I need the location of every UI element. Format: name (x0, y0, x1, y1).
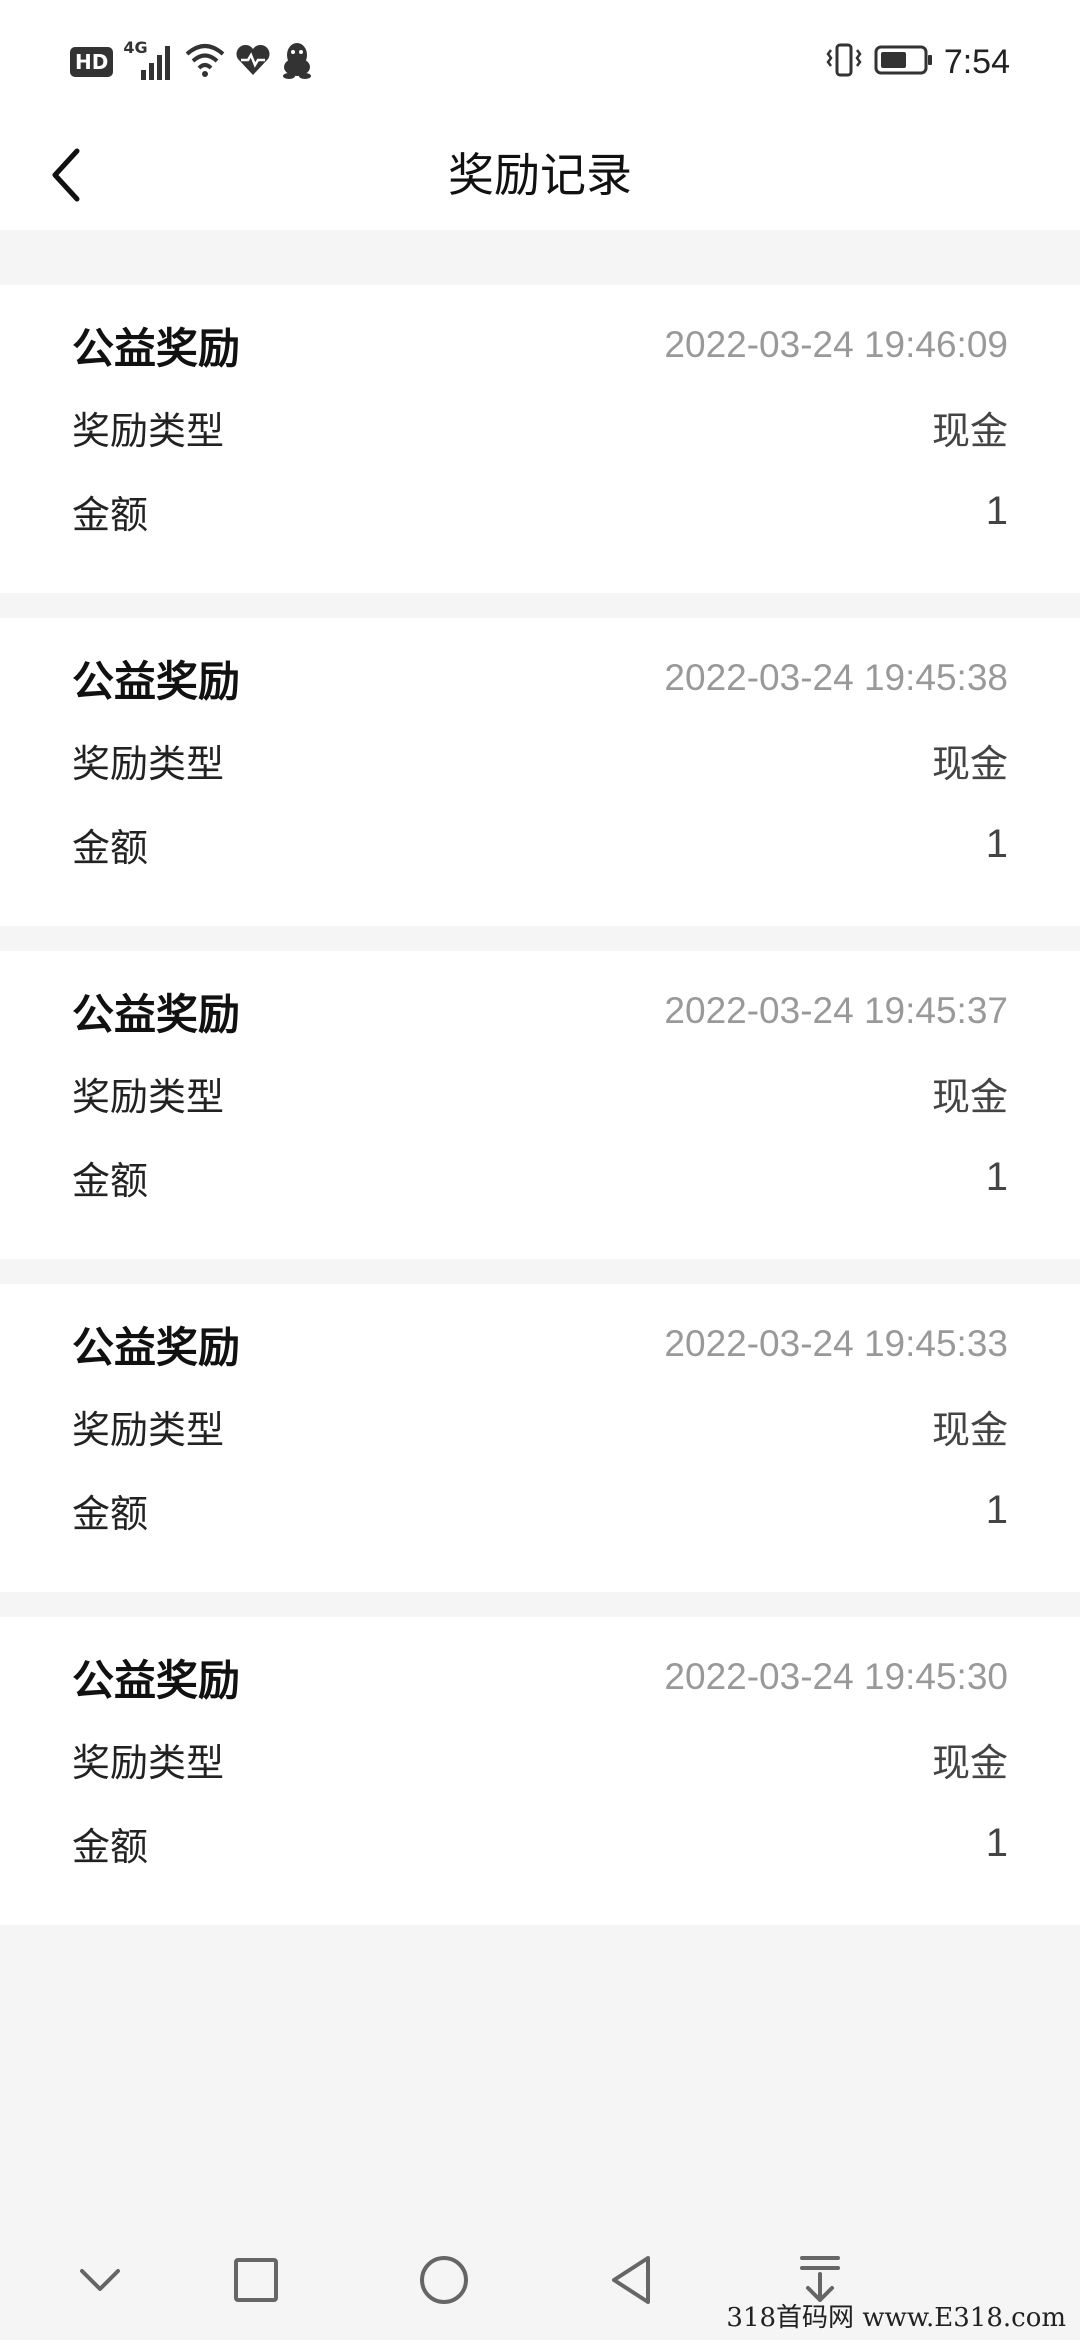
qq-penguin-icon (281, 41, 313, 83)
signal-icon: 4G (123, 38, 175, 84)
record-card[interactable]: 公益奖励 2022-03-24 19:45:37 奖励类型 现金 金额 1 (0, 951, 1080, 1259)
record-title: 公益奖励 (72, 656, 241, 706)
record-header-row: 公益奖励 2022-03-24 19:45:33 (72, 1314, 1008, 1374)
reward-type-row: 奖励类型 现金 (72, 397, 1008, 457)
wifi-icon (185, 42, 225, 82)
nav-recents-button[interactable] (216, 2240, 296, 2320)
amount-label: 金额 (72, 1491, 149, 1536)
status-icons-left: HD 4G (70, 38, 313, 84)
record-header-row: 公益奖励 2022-03-24 19:45:38 (72, 648, 1008, 708)
status-bar: HD 4G 7:54 (0, 0, 1080, 120)
record-header-row: 公益奖励 2022-03-24 19:45:37 (72, 981, 1008, 1041)
record-card[interactable]: 公益奖励 2022-03-24 19:45:38 奖励类型 现金 金额 1 (0, 618, 1080, 926)
amount-value: 1 (985, 1820, 1008, 1865)
reward-type-value: 现金 (931, 741, 1008, 786)
amount-value: 1 (985, 821, 1008, 866)
status-time: 7:54 (943, 42, 1010, 81)
back-button[interactable] (30, 140, 100, 210)
reward-type-label: 奖励类型 (72, 741, 225, 786)
reward-type-value: 现金 (931, 1407, 1008, 1452)
reward-type-row: 奖励类型 现金 (72, 1396, 1008, 1456)
nav-collapse-button[interactable] (60, 2240, 140, 2320)
amount-row: 金额 1 (72, 481, 1008, 541)
record-title: 公益奖励 (72, 323, 241, 373)
amount-value: 1 (985, 1487, 1008, 1532)
triangle-back-icon (612, 2256, 650, 2304)
record-time: 2022-03-24 19:45:30 (664, 1656, 1008, 1697)
reward-type-label: 奖励类型 (72, 408, 225, 453)
circle-icon (420, 2256, 468, 2304)
reward-type-row: 奖励类型 现金 (72, 1729, 1008, 1789)
hd-badge: HD (70, 47, 114, 77)
reward-type-value: 现金 (931, 408, 1008, 453)
reward-type-value: 现金 (931, 1074, 1008, 1119)
record-title: 公益奖励 (72, 1655, 241, 1705)
reward-type-label: 奖励类型 (72, 1407, 225, 1452)
record-header-row: 公益奖励 2022-03-24 19:45:30 (72, 1647, 1008, 1707)
amount-label: 金额 (72, 825, 149, 870)
nav-home-button[interactable] (404, 2240, 484, 2320)
status-icons-right: 7:54 (824, 40, 1010, 84)
amount-row: 金额 1 (72, 1813, 1008, 1873)
reward-type-row: 奖励类型 现金 (72, 1063, 1008, 1123)
record-header-row: 公益奖励 2022-03-24 19:46:09 (72, 315, 1008, 375)
reward-type-label: 奖励类型 (72, 1074, 225, 1119)
battery-icon (874, 44, 934, 80)
record-title: 公益奖励 (72, 989, 241, 1039)
record-card[interactable]: 公益奖励 2022-03-24 19:45:33 奖励类型 现金 金额 1 (0, 1284, 1080, 1592)
page-title: 奖励记录 (448, 148, 632, 202)
amount-row: 金额 1 (72, 814, 1008, 874)
amount-label: 金额 (72, 1824, 149, 1869)
chevron-left-icon (52, 148, 80, 202)
record-time: 2022-03-24 19:45:38 (664, 657, 1008, 698)
amount-label: 金额 (72, 1158, 149, 1203)
amount-row: 金额 1 (72, 1480, 1008, 1540)
watermark-text: 318首码网 www.E318.com (726, 2303, 1066, 2333)
record-card[interactable]: 公益奖励 2022-03-24 19:45:30 奖励类型 现金 金额 1 (0, 1617, 1080, 1925)
vibrate-icon (824, 42, 864, 82)
record-time: 2022-03-24 19:45:33 (664, 1323, 1008, 1364)
amount-value: 1 (985, 488, 1008, 533)
reward-type-label: 奖励类型 (72, 1740, 225, 1785)
square-icon (234, 2258, 278, 2302)
record-time: 2022-03-24 19:46:09 (664, 324, 1008, 365)
reward-type-value: 现金 (931, 1740, 1008, 1785)
record-time: 2022-03-24 19:45:37 (664, 990, 1008, 1031)
record-card[interactable]: 公益奖励 2022-03-24 19:46:09 奖励类型 现金 金额 1 (0, 285, 1080, 593)
amount-label: 金额 (72, 492, 149, 537)
page-header: 奖励记录 (0, 120, 1080, 230)
nav-back-button[interactable] (592, 2240, 672, 2320)
amount-value: 1 (985, 1154, 1008, 1199)
amount-row: 金额 1 (72, 1147, 1008, 1207)
chevron-down-icon (80, 2269, 120, 2291)
health-heart-icon (235, 43, 271, 81)
network-type: 4G (123, 38, 148, 57)
reward-type-row: 奖励类型 现金 (72, 730, 1008, 790)
record-title: 公益奖励 (72, 1322, 241, 1372)
